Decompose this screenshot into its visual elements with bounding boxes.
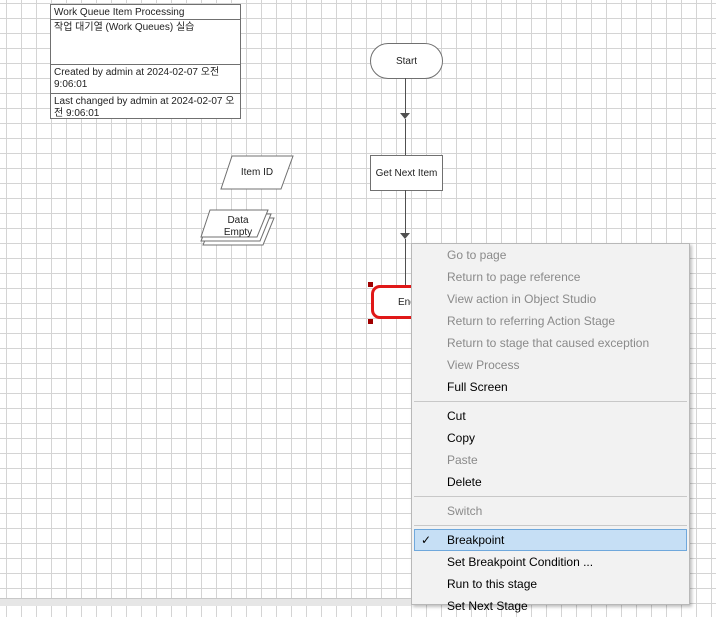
menu-item-label: Switch [447, 504, 483, 518]
menu-item-label: Run to this stage [447, 577, 538, 591]
link-action-to-end-tail [405, 239, 406, 285]
item-id-label: Item ID [240, 167, 274, 178]
menu-item-label: Set Breakpoint Condition ... [447, 555, 594, 569]
menu-item-paste[interactable]: Paste [412, 449, 689, 471]
menu-item-switch[interactable]: Switch [412, 500, 689, 522]
link-start-to-action-tail [405, 119, 406, 155]
get-next-item-stage[interactable]: Get Next Item [370, 155, 443, 191]
menu-item-view-action-in-object-studio[interactable]: View action in Object Studio [412, 288, 689, 310]
process-created-info: Created by admin at 2024-02-07 오전 9:06:0… [51, 64, 240, 94]
menu-item-set-next-stage[interactable]: Set Next Stage [412, 595, 689, 617]
menu-item-return-to-stage-that-caused-exception[interactable]: Return to stage that caused exception [412, 332, 689, 354]
menu-item-go-to-page[interactable]: Go to page [412, 244, 689, 266]
context-menu: Go to page Return to page reference View… [411, 243, 690, 613]
menu-item-label: Return to referring Action Stage [447, 314, 616, 328]
menu-item-label: Breakpoint [447, 533, 505, 547]
menu-item-label: Return to page reference [447, 270, 581, 284]
menu-item-label: Return to stage that caused exception [447, 336, 650, 350]
menu-item-label: Set Next Stage [447, 599, 528, 613]
menu-item-label: View Process [447, 358, 520, 372]
menu-separator [414, 525, 687, 526]
process-title: Work Queue Item Processing [51, 5, 240, 20]
menu-separator [414, 496, 687, 497]
start-stage[interactable]: Start [370, 43, 443, 79]
menu-item-set-breakpoint-condition[interactable]: Set Breakpoint Condition ... [412, 551, 689, 573]
menu-item-copy[interactable]: Copy [412, 427, 689, 449]
checkmark-icon: ✓ [421, 533, 432, 547]
menu-item-full-screen[interactable]: Full Screen [412, 376, 689, 398]
process-description: 작업 대기열 (Work Queues) 실습 [54, 22, 195, 33]
menu-item-label: Paste [447, 453, 478, 467]
menu-item-label: Delete [447, 475, 482, 489]
process-info-box[interactable]: Work Queue Item Processing 작업 대기열 (Work … [50, 4, 241, 119]
link-start-to-action[interactable] [405, 78, 406, 114]
menu-item-label: View action in Object Studio [447, 292, 597, 306]
menu-item-label: Full Screen [447, 380, 508, 394]
menu-item-view-process[interactable]: View Process [412, 354, 689, 376]
menu-item-breakpoint[interactable]: ✓ Breakpoint [414, 529, 687, 551]
menu-item-label: Cut [447, 409, 466, 423]
get-next-item-label: Get Next Item [375, 167, 438, 179]
menu-item-cut[interactable]: Cut [412, 405, 689, 427]
menu-item-label: Go to page [447, 248, 507, 262]
link-action-to-end[interactable] [405, 190, 406, 233]
menu-item-run-to-this-stage[interactable]: Run to this stage [412, 573, 689, 595]
start-stage-label: Start [395, 55, 418, 67]
selection-handle-bottom-left[interactable] [368, 319, 373, 324]
selection-handle-top-left[interactable] [368, 282, 373, 287]
menu-item-return-to-referring-action-stage[interactable]: Return to referring Action Stage [412, 310, 689, 332]
process-changed-info: Last changed by admin at 2024-02-07 오전 9… [54, 96, 235, 119]
data-empty-label: Data Empty [223, 215, 253, 238]
menu-item-delete[interactable]: Delete [412, 471, 689, 493]
menu-item-return-to-page-reference[interactable]: Return to page reference [412, 266, 689, 288]
menu-separator [414, 401, 687, 402]
menu-item-label: Copy [447, 431, 476, 445]
